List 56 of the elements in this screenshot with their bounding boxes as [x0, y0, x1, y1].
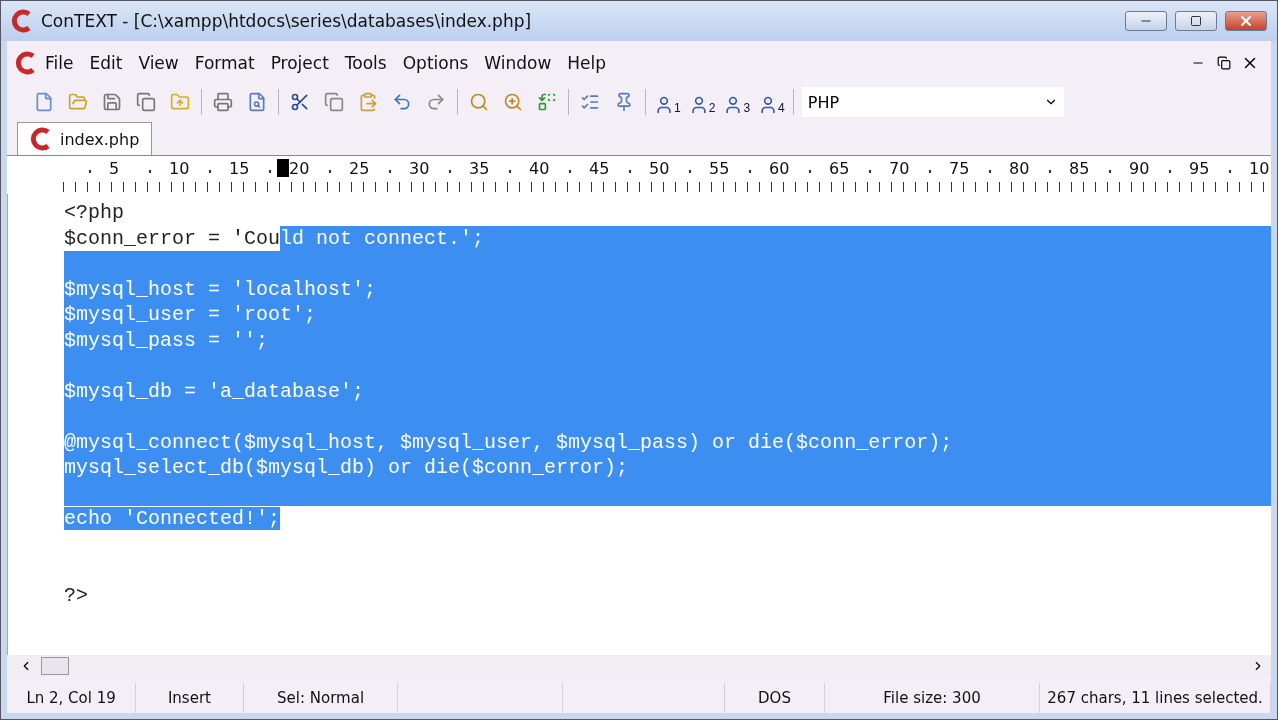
ruler-number: 80: [1009, 159, 1031, 178]
ruler-number: 65: [829, 159, 851, 178]
menu-item[interactable]: Tools: [336, 53, 395, 73]
file-icon: [30, 127, 52, 151]
user-icon: [654, 95, 674, 115]
file-tab[interactable]: index.php: [17, 122, 153, 155]
ruler-number: 15: [229, 159, 251, 178]
menu-item[interactable]: Window: [476, 53, 560, 73]
ruler-number: 30: [409, 159, 431, 178]
scroll-thumb[interactable]: [41, 657, 69, 675]
menu-item[interactable]: File: [37, 53, 82, 73]
user-tool-button[interactable]: 2: [688, 89, 716, 115]
code-line: ?>: [64, 583, 88, 607]
status-text: Sel: Normal: [243, 683, 399, 713]
app-logo: [11, 9, 33, 33]
maximize-icon: [1190, 15, 1202, 27]
selected-code: echo 'Connected!';: [64, 507, 281, 531]
menu-item[interactable]: View: [130, 53, 187, 73]
minimize-button[interactable]: [1125, 11, 1167, 31]
maximize-button[interactable]: [1175, 11, 1217, 31]
code-line: <?php: [64, 201, 124, 225]
highlighter-dropdown[interactable]: PHP: [801, 87, 1064, 117]
close-icon: [1238, 13, 1254, 29]
ruler-number: 10: [1249, 159, 1271, 178]
ruler-number: 20: [289, 159, 311, 178]
status-text: Ln 2, Col 19: [7, 683, 137, 713]
close-button[interactable]: [1225, 11, 1267, 31]
ruler-number: 50: [649, 159, 671, 178]
ruler-number: 55: [709, 159, 731, 178]
ruler-number: 70: [889, 159, 911, 178]
user-tool-button[interactable]: 4: [758, 89, 785, 115]
status-text: DOS: [725, 683, 825, 713]
ruler-number: 35: [469, 159, 491, 178]
ruler-number: 90: [1129, 159, 1151, 178]
user-tool-button[interactable]: 3: [723, 89, 751, 115]
menu-item[interactable]: Edit: [81, 53, 131, 73]
ruler-number: 45: [589, 159, 611, 178]
status-text: 267 chars, 11 lines selected.: [1040, 683, 1271, 713]
window-title: ConTEXT - [C:\xampp\htdocs\series\databases\index.php]: [41, 11, 533, 31]
ruler-number: 40: [529, 159, 551, 178]
menu-item[interactable]: Help: [559, 53, 615, 73]
ruler-number: 95: [1189, 159, 1211, 178]
user-tool-button[interactable]: 1: [654, 89, 681, 115]
ruler-number: 85: [1069, 159, 1091, 178]
ruler-number: 10: [169, 159, 191, 178]
ruler-number: 5: [109, 159, 121, 178]
ruler-number: 25: [349, 159, 371, 178]
ruler-number: 75: [949, 159, 971, 178]
status-text: File size: 300: [824, 683, 1041, 713]
status-text: Insert: [136, 683, 244, 713]
menu-item[interactable]: Options: [394, 53, 477, 73]
code-line: $conn_error = 'Cou: [64, 226, 281, 250]
menu-item[interactable]: Project: [262, 53, 337, 73]
menu-item[interactable]: Format: [186, 53, 263, 73]
document-logo: [15, 51, 37, 75]
ruler-number: 60: [769, 159, 791, 178]
